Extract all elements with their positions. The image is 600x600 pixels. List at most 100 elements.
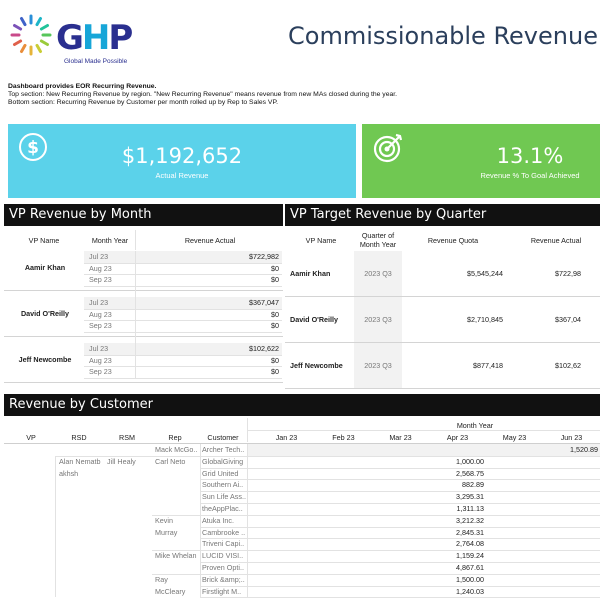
rep-cell-cont: McCleary xyxy=(155,586,186,596)
customer-cell[interactable]: theAppPlac.. xyxy=(202,503,248,514)
revenue-cell[interactable]: $0 xyxy=(140,309,279,320)
kpi-goal-achieved[interactable]: 13.1% Revenue % To Goal Achieved xyxy=(362,124,600,198)
apr-value-cell[interactable]: 882.89 xyxy=(429,479,484,490)
vp-target-revenue-header: VP Target Revenue by Quarter xyxy=(285,204,600,226)
col-header-quarter-line1: Quarter of xyxy=(361,231,395,240)
customer-cell[interactable]: Sun Life Ass.. xyxy=(202,491,248,502)
target-actual-cell[interactable]: $102,62 xyxy=(555,360,600,371)
dashboard-description: Dashboard provides EOR Recurring Revenue… xyxy=(8,83,397,107)
col-header-revenue-quota[interactable]: Revenue Quota xyxy=(410,236,496,245)
rep-divider xyxy=(152,514,200,516)
vp-name-cell: David O'Reilly xyxy=(20,309,70,319)
rep-divider xyxy=(152,573,200,575)
month-col-divider xyxy=(247,444,248,598)
month-header[interactable]: May 23 xyxy=(486,433,543,442)
customer-cell[interactable]: LUCID VISI.. xyxy=(202,550,248,561)
col-header-vp-name[interactable]: VP Name xyxy=(10,236,78,245)
row-divider xyxy=(200,514,600,516)
row-divider xyxy=(200,538,600,540)
customer-cell[interactable]: Firstlight M.. xyxy=(202,586,248,597)
col-header-month-year[interactable]: Month Year xyxy=(84,236,136,245)
col-header-rsm[interactable]: RSM xyxy=(112,433,142,442)
quota-cell[interactable]: $2,710,845 xyxy=(410,314,503,325)
revenue-cell[interactable]: $722,982 xyxy=(140,251,279,262)
svg-text:$: $ xyxy=(27,138,39,158)
description-line-1: Dashboard provides EOR Recurring Revenue… xyxy=(8,83,157,90)
group-divider xyxy=(4,381,283,383)
month-header[interactable]: Feb 23 xyxy=(315,433,372,442)
kpi-actual-revenue-value: $1,192,652 xyxy=(121,144,243,168)
month-header[interactable]: Apr 23 xyxy=(429,433,486,442)
month-header[interactable]: Jun 23 xyxy=(543,433,600,442)
kpi-goal-achieved-value: 13.1% xyxy=(496,144,564,168)
rsd-divider xyxy=(55,455,152,457)
customer-cell[interactable]: Proven Opti.. xyxy=(202,562,248,573)
row-divider xyxy=(200,455,600,457)
target-icon xyxy=(373,133,403,163)
revenue-cell[interactable]: $0 xyxy=(140,355,279,366)
month-header[interactable]: Jan 23 xyxy=(258,433,315,442)
rsd-col-divider xyxy=(55,455,56,598)
col-header-rsd[interactable]: RSD xyxy=(64,433,94,442)
apr-value-cell[interactable]: 2,845.31 xyxy=(429,527,484,538)
revenue-cell[interactable]: $0 xyxy=(140,366,279,377)
apr-value-cell[interactable]: 1,000.00 xyxy=(429,456,484,467)
customer-cell[interactable]: Archer Tech.. xyxy=(202,444,248,455)
customer-cell[interactable]: Southern Ai.. xyxy=(202,479,248,490)
revenue-cell[interactable]: $102,622 xyxy=(140,343,279,354)
row-divider xyxy=(285,296,600,297)
col-header-rep[interactable]: Rep xyxy=(160,433,190,442)
revenue-cell[interactable]: $0 xyxy=(140,274,279,285)
revenue-cell[interactable]: $367,047 xyxy=(140,297,279,308)
quota-cell[interactable]: $877,418 xyxy=(410,360,503,371)
logo-burst-icon xyxy=(10,14,52,56)
quarter-cell: 2023 Q3 xyxy=(364,361,392,370)
dollar-icon: $ xyxy=(19,133,47,161)
jun-value-cell[interactable]: 1,520.89 xyxy=(543,444,598,455)
rep-cell: Ray xyxy=(155,574,168,584)
row-divider xyxy=(200,585,600,587)
target-vp-cell: David O'Reilly xyxy=(290,315,339,324)
description-line-2: Top section: New Recurring Revenue by re… xyxy=(8,91,398,98)
month-cell: Jul 23 xyxy=(89,298,109,307)
col-header-quarter[interactable]: Quarter of Month Year xyxy=(354,231,402,249)
month-cell: Jul 23 xyxy=(89,252,109,261)
row-divider xyxy=(200,503,600,504)
target-actual-cell[interactable]: $722,98 xyxy=(555,268,600,279)
apr-value-cell[interactable]: 1,500.00 xyxy=(429,574,484,585)
month-cell: Aug 23 xyxy=(89,309,112,319)
col-header-target-vp-name[interactable]: VP Name xyxy=(290,236,352,245)
col-header-vp[interactable]: VP xyxy=(18,433,44,442)
apr-value-cell[interactable]: 2,568.75 xyxy=(429,468,484,479)
rsd-cell-cont: akhsh xyxy=(59,468,79,478)
apr-value-cell[interactable]: 2,764.08 xyxy=(429,538,484,549)
customer-cell[interactable]: Cambrooke .. xyxy=(202,527,248,538)
customer-cell[interactable]: Atuka Inc. xyxy=(202,515,248,526)
col-header-customer[interactable]: Customer xyxy=(200,433,246,442)
revenue-cell[interactable]: $0 xyxy=(140,263,279,274)
quota-cell[interactable]: $5,545,244 xyxy=(410,268,503,279)
kpi-actual-revenue[interactable]: $ $1,192,652 Actual Revenue xyxy=(8,124,356,198)
apr-value-cell[interactable]: 1,159.24 xyxy=(429,550,484,561)
customer-cell[interactable]: GlobalGiving xyxy=(202,456,248,467)
month-header[interactable]: Mar 23 xyxy=(372,433,429,442)
customer-cell[interactable]: Grid United xyxy=(202,468,248,479)
month-cell: Sep 23 xyxy=(89,321,112,330)
kpi-goal-achieved-label: Revenue % To Goal Achieved xyxy=(480,171,580,180)
group-divider xyxy=(4,335,283,337)
revenue-cell[interactable]: $0 xyxy=(140,320,279,331)
apr-value-cell[interactable]: 3,212.32 xyxy=(429,515,484,526)
col-header-revenue-actual[interactable]: Revenue Actual xyxy=(140,236,280,245)
col-header-target-revenue-actual[interactable]: Revenue Actual xyxy=(512,236,600,245)
apr-value-cell[interactable]: 1,240.03 xyxy=(429,586,484,597)
row-divider xyxy=(285,388,600,389)
vp-revenue-by-month-header: VP Revenue by Month xyxy=(4,204,283,226)
vp-name-cell: Aamir Khan xyxy=(24,263,66,273)
apr-value-cell[interactable]: 1,311.13 xyxy=(429,503,484,514)
row-divider xyxy=(200,550,600,552)
apr-value-cell[interactable]: 4,867.61 xyxy=(429,562,484,573)
apr-value-cell[interactable]: 3,295.31 xyxy=(429,491,484,502)
target-actual-cell[interactable]: $367,04 xyxy=(555,314,600,325)
customer-cell[interactable]: Triveni Capi.. xyxy=(202,538,248,549)
customer-cell[interactable]: Brick &amp;.. xyxy=(202,574,248,585)
